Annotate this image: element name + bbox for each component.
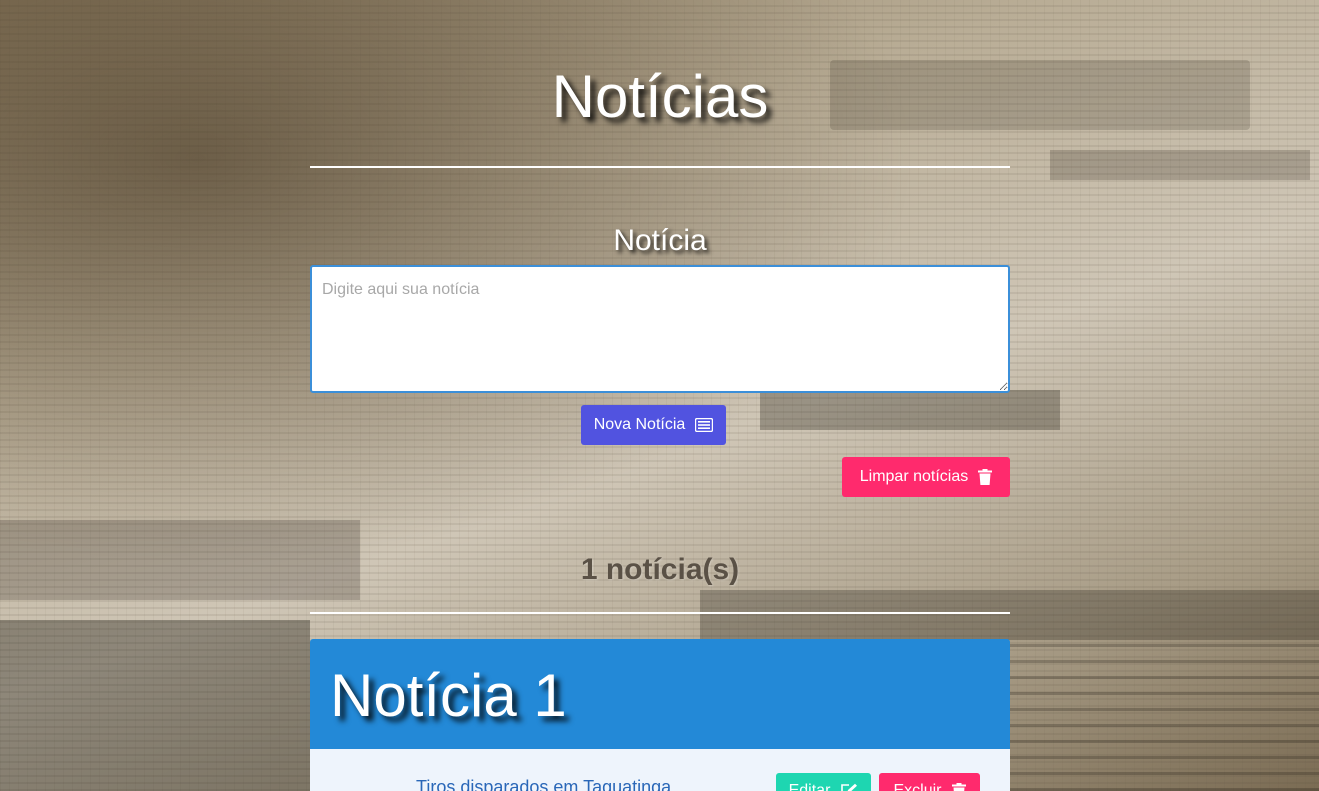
new-news-button-label: Nova Notícia (593, 416, 686, 433)
edit-news-button[interactable]: Editar (776, 773, 871, 791)
title-divider (310, 166, 1010, 168)
trash-icon (951, 783, 966, 791)
edit-icon (840, 783, 858, 791)
clear-news-button-label: Limpar notícias (859, 468, 969, 485)
page-title: Notícias (551, 63, 769, 130)
clear-news-button[interactable]: Limpar notícias (842, 457, 1010, 497)
news-card-header: Notícia 1 (310, 639, 1010, 749)
delete-news-button[interactable]: Excluir (879, 773, 980, 791)
new-news-button[interactable]: Nova Notícia (581, 405, 726, 445)
newspaper-icon (695, 418, 714, 432)
news-card: Notícia 1 Tiros disparados em Taguatinga… (310, 639, 1010, 791)
delete-news-button-label: Excluir (893, 782, 942, 791)
news-card-body: Tiros disparados em Taguatinga Editar Ex… (310, 749, 1010, 791)
news-card-title: Notícia 1 (330, 662, 567, 729)
count-divider (310, 612, 1010, 614)
news-card-text: Tiros disparados em Taguatinga (416, 777, 672, 791)
news-field-label: Notícia (613, 224, 707, 257)
edit-news-button-label: Editar (788, 782, 831, 791)
news-count-label: 1 notícia(s) (580, 553, 740, 586)
news-textarea[interactable] (310, 265, 1010, 393)
trash-icon (978, 469, 993, 485)
